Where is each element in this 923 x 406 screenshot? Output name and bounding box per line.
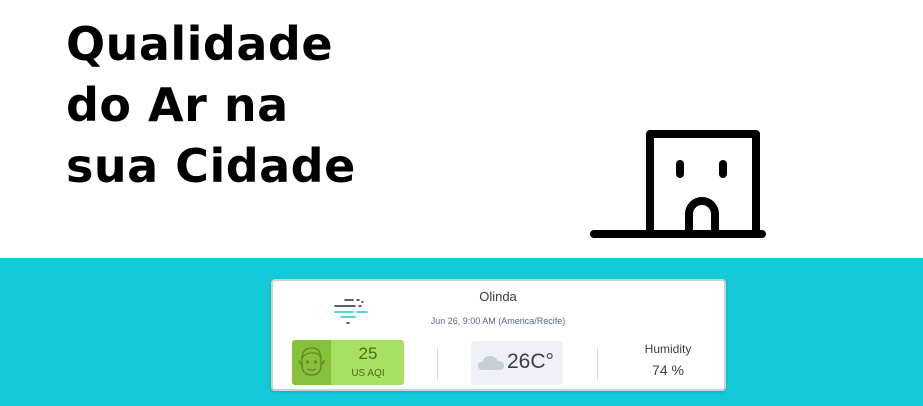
humidity-value: 74 % [652, 362, 684, 378]
aqi-badge: 25 US AQI [292, 340, 404, 385]
location-name: Olinda [479, 289, 517, 304]
divider [597, 348, 598, 380]
timestamp: Jun 26, 9:00 AM (America/Recife) [430, 316, 566, 326]
temperature: 26C° [507, 350, 554, 373]
aqi-label: US AQI [351, 368, 385, 379]
title-line-2: do Ar na [66, 78, 289, 132]
face-icon [298, 347, 325, 376]
page-title: Qualidade do Ar na sua Cidade [66, 14, 356, 197]
title-line-3: sua Cidade [66, 139, 356, 193]
aqi-value: 25 [358, 344, 378, 363]
divider [437, 348, 438, 380]
aqi-face-panel [292, 340, 331, 385]
cloud-icon [478, 356, 504, 370]
hero-section: Qualidade do Ar na sua Cidade [0, 0, 923, 258]
humidity-label: Humidity [644, 342, 692, 356]
title-line-1: Qualidade [66, 17, 334, 71]
air-quality-widget[interactable]: Olinda Jun 26, 9:00 AM (America/Recife) … [271, 279, 726, 391]
building-door-icon [590, 130, 766, 238]
wind-icon [334, 299, 368, 324]
weather-badge: 26C° [471, 341, 563, 385]
